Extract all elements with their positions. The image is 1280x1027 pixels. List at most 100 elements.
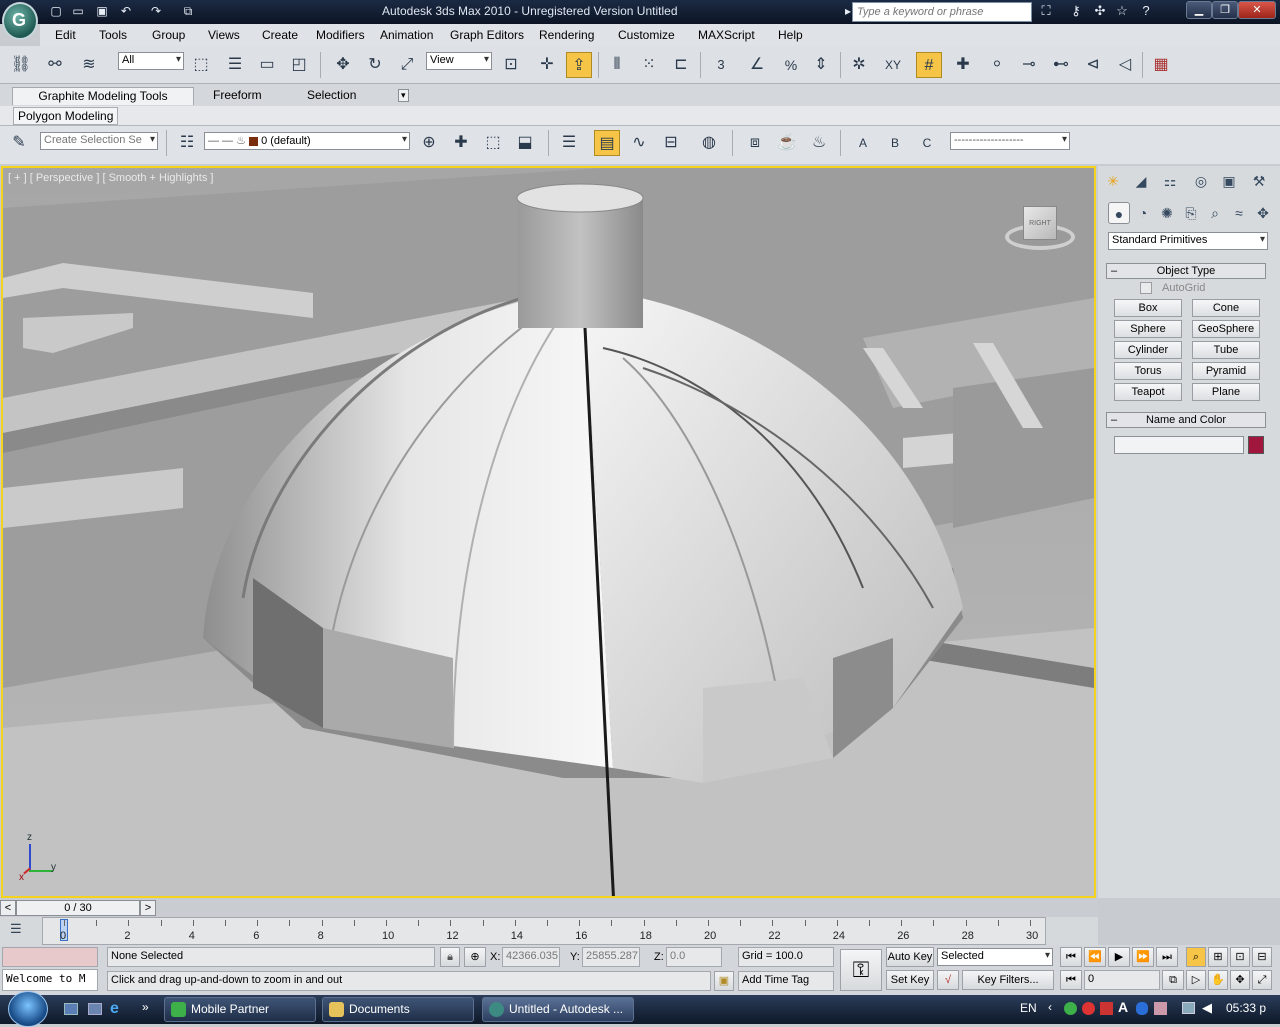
redo-icon[interactable]: ↷ [148,4,164,19]
pivot-center-icon[interactable]: ⊡ [498,52,524,78]
create-new-layer-icon[interactable]: ⊕ [416,130,442,156]
spinner-snap-icon[interactable]: ⇕ [808,52,834,78]
display-tab-icon[interactable]: ▣ [1218,170,1240,192]
cylinder-button[interactable]: Cylinder [1114,341,1182,359]
time-slider-next-button[interactable]: > [140,900,156,916]
tab-graphite-modeling-tools[interactable]: Graphite Modeling Tools [12,87,194,105]
z-coordinate-field[interactable]: 0.0 [666,947,722,967]
add-to-layer-icon[interactable]: ✚ [448,130,474,156]
restore-button[interactable]: ❐ [1212,1,1238,19]
render-production-icon[interactable]: ☕ [774,130,800,156]
layer-manager-icon[interactable]: ☷ [174,130,200,156]
key-filters-button[interactable]: Key Filters... [962,970,1054,990]
key-mode-dropdown[interactable]: Selected [937,948,1053,966]
polygon-modeling-panel-label[interactable]: Polygon Modeling [13,107,119,125]
selection-c-icon[interactable]: C [914,130,940,156]
viewport-label[interactable]: [ + ] [ Perspective ] [ Smooth + Highlig… [8,172,213,184]
edge-snap-icon[interactable]: ⊸ [1016,52,1042,78]
menu-tools[interactable]: Tools [99,28,127,42]
ribbon-options-dropdown-icon[interactable]: ▾ [398,89,409,102]
tray-expand-icon[interactable]: ‹ [1048,1000,1052,1014]
taskbar-documents[interactable]: Documents [322,997,474,1022]
snaps-toggle-3d-icon[interactable]: 3 [708,52,734,78]
show-desktop-icon[interactable] [64,1003,78,1015]
autogrid-checkbox[interactable] [1140,282,1152,294]
xy-snap-icon[interactable]: XY [880,52,906,78]
zoom-icon[interactable]: ⌕ [1186,947,1206,967]
select-manipulate-icon[interactable]: ✛ [534,52,560,78]
close-button[interactable]: ✕ [1238,1,1276,19]
time-slider-prev-button[interactable]: < [0,900,16,916]
tab-selection[interactable]: Selection [297,87,366,105]
rectangular-selection-icon[interactable]: ▭ [254,52,280,78]
select-and-rotate-icon[interactable]: ↻ [362,52,388,78]
add-time-tag[interactable]: Add Time Tag [738,971,834,991]
pivot-snap-icon[interactable]: ✚ [950,52,976,78]
clock[interactable]: 05:33 р [1226,1001,1266,1015]
schematic-view-icon[interactable]: ⊟ [658,130,684,156]
key-mode-toggle-icon[interactable]: ⏮ [1060,970,1082,990]
select-in-layer-icon[interactable]: ⬚ [480,130,506,156]
minimize-button[interactable]: ▁ [1186,1,1212,19]
absolute-mode-icon[interactable]: ⊕ [464,947,486,967]
taskbar-mobile-partner[interactable]: Mobile Partner [164,997,316,1022]
previous-frame-icon[interactable]: ⏪ [1084,947,1106,967]
open-file-icon[interactable]: ▭ [70,4,86,19]
explorer-icon[interactable] [88,1003,102,1015]
render-setup-icon[interactable]: ▦ [1148,52,1174,78]
orbit-icon[interactable]: ✥ [1230,970,1250,990]
lights-icon[interactable]: ✺ [1156,202,1178,224]
array-icon[interactable]: ⁙ [636,52,662,78]
go-to-start-icon[interactable]: ⏮ [1060,947,1082,967]
tray-bluetooth-icon[interactable] [1136,1002,1148,1015]
named-selection-sets-dropdown[interactable]: Create Selection Se [40,132,158,150]
select-by-name-icon[interactable]: ☰ [222,52,248,78]
window-crossing-icon[interactable]: ◰ [286,52,312,78]
layer-explorer-icon[interactable]: ▤ [594,130,620,156]
default-in-out-tangents-icon[interactable]: √ [937,970,959,990]
geometry-icon[interactable]: ● [1108,202,1130,224]
box-button[interactable]: Box [1114,299,1182,317]
tray-antivirus-icon[interactable] [1082,1002,1095,1015]
zoom-all-icon[interactable]: ⊞ [1208,947,1228,967]
grid-snap-icon[interactable]: # [916,52,942,78]
selection-filter-dropdown[interactable]: All [118,52,184,70]
tray-volume-icon[interactable]: ◀ [1202,1000,1212,1016]
search-input[interactable] [852,2,1032,22]
pencil-abc-icon[interactable]: ✎ [6,130,32,156]
set-current-layer-icon[interactable]: ⬓ [512,130,538,156]
teapot-button[interactable]: Teapot [1114,383,1182,401]
language-indicator[interactable]: EN [1020,1001,1037,1015]
geosphere-button[interactable]: GeoSphere [1192,320,1260,338]
binoculars-icon[interactable]: ⛶ [1036,3,1056,21]
reference-coordinate-dropdown[interactable]: View [426,52,492,70]
current-frame-field[interactable]: 0 [1084,970,1160,990]
scene-explorer-icon[interactable]: ☰ [556,130,582,156]
endpoint-snap-icon[interactable]: ⊷ [1048,52,1074,78]
viewcube[interactable]: RIGHT [1005,198,1075,254]
layer-dropdown[interactable]: — — ♨ 0 (default) [204,132,410,150]
plane-button[interactable]: Plane [1192,383,1260,401]
shapes-icon[interactable]: ◔ [1132,202,1154,224]
vertex-snap-icon[interactable]: ⸰ [984,52,1010,78]
menu-graph-editors[interactable]: Graph Editors [450,28,524,42]
key-icon[interactable]: ⚷ [1066,3,1086,21]
time-slider[interactable]: < 0 / 30 > [0,899,1098,917]
motion-tab-icon[interactable]: ◎ [1190,170,1212,192]
cameras-icon[interactable]: ⎘ [1180,202,1202,224]
set-key-button[interactable]: Set Key [886,970,934,990]
menu-views[interactable]: Views [208,28,240,42]
menu-create[interactable]: Create [262,28,298,42]
tray-safely-remove-icon[interactable] [1154,1002,1167,1015]
sphere-button[interactable]: Sphere [1114,320,1182,338]
angle-snap-icon[interactable]: ∠ [744,52,770,78]
internet-explorer-icon[interactable]: e [110,1000,119,1018]
select-and-link-icon[interactable]: ⛓ [8,52,34,78]
select-object-icon[interactable]: ⬚ [188,52,214,78]
pyramid-button[interactable]: Pyramid [1192,362,1260,380]
systems-icon[interactable]: ✥ [1252,202,1274,224]
application-menu-button[interactable]: G [2,2,38,40]
mirror-icon[interactable]: ⫴ [604,52,630,78]
selection-lock-icon[interactable]: 🔒︎ [440,947,460,967]
grid-points-snap-icon[interactable]: ✲ [846,52,872,78]
